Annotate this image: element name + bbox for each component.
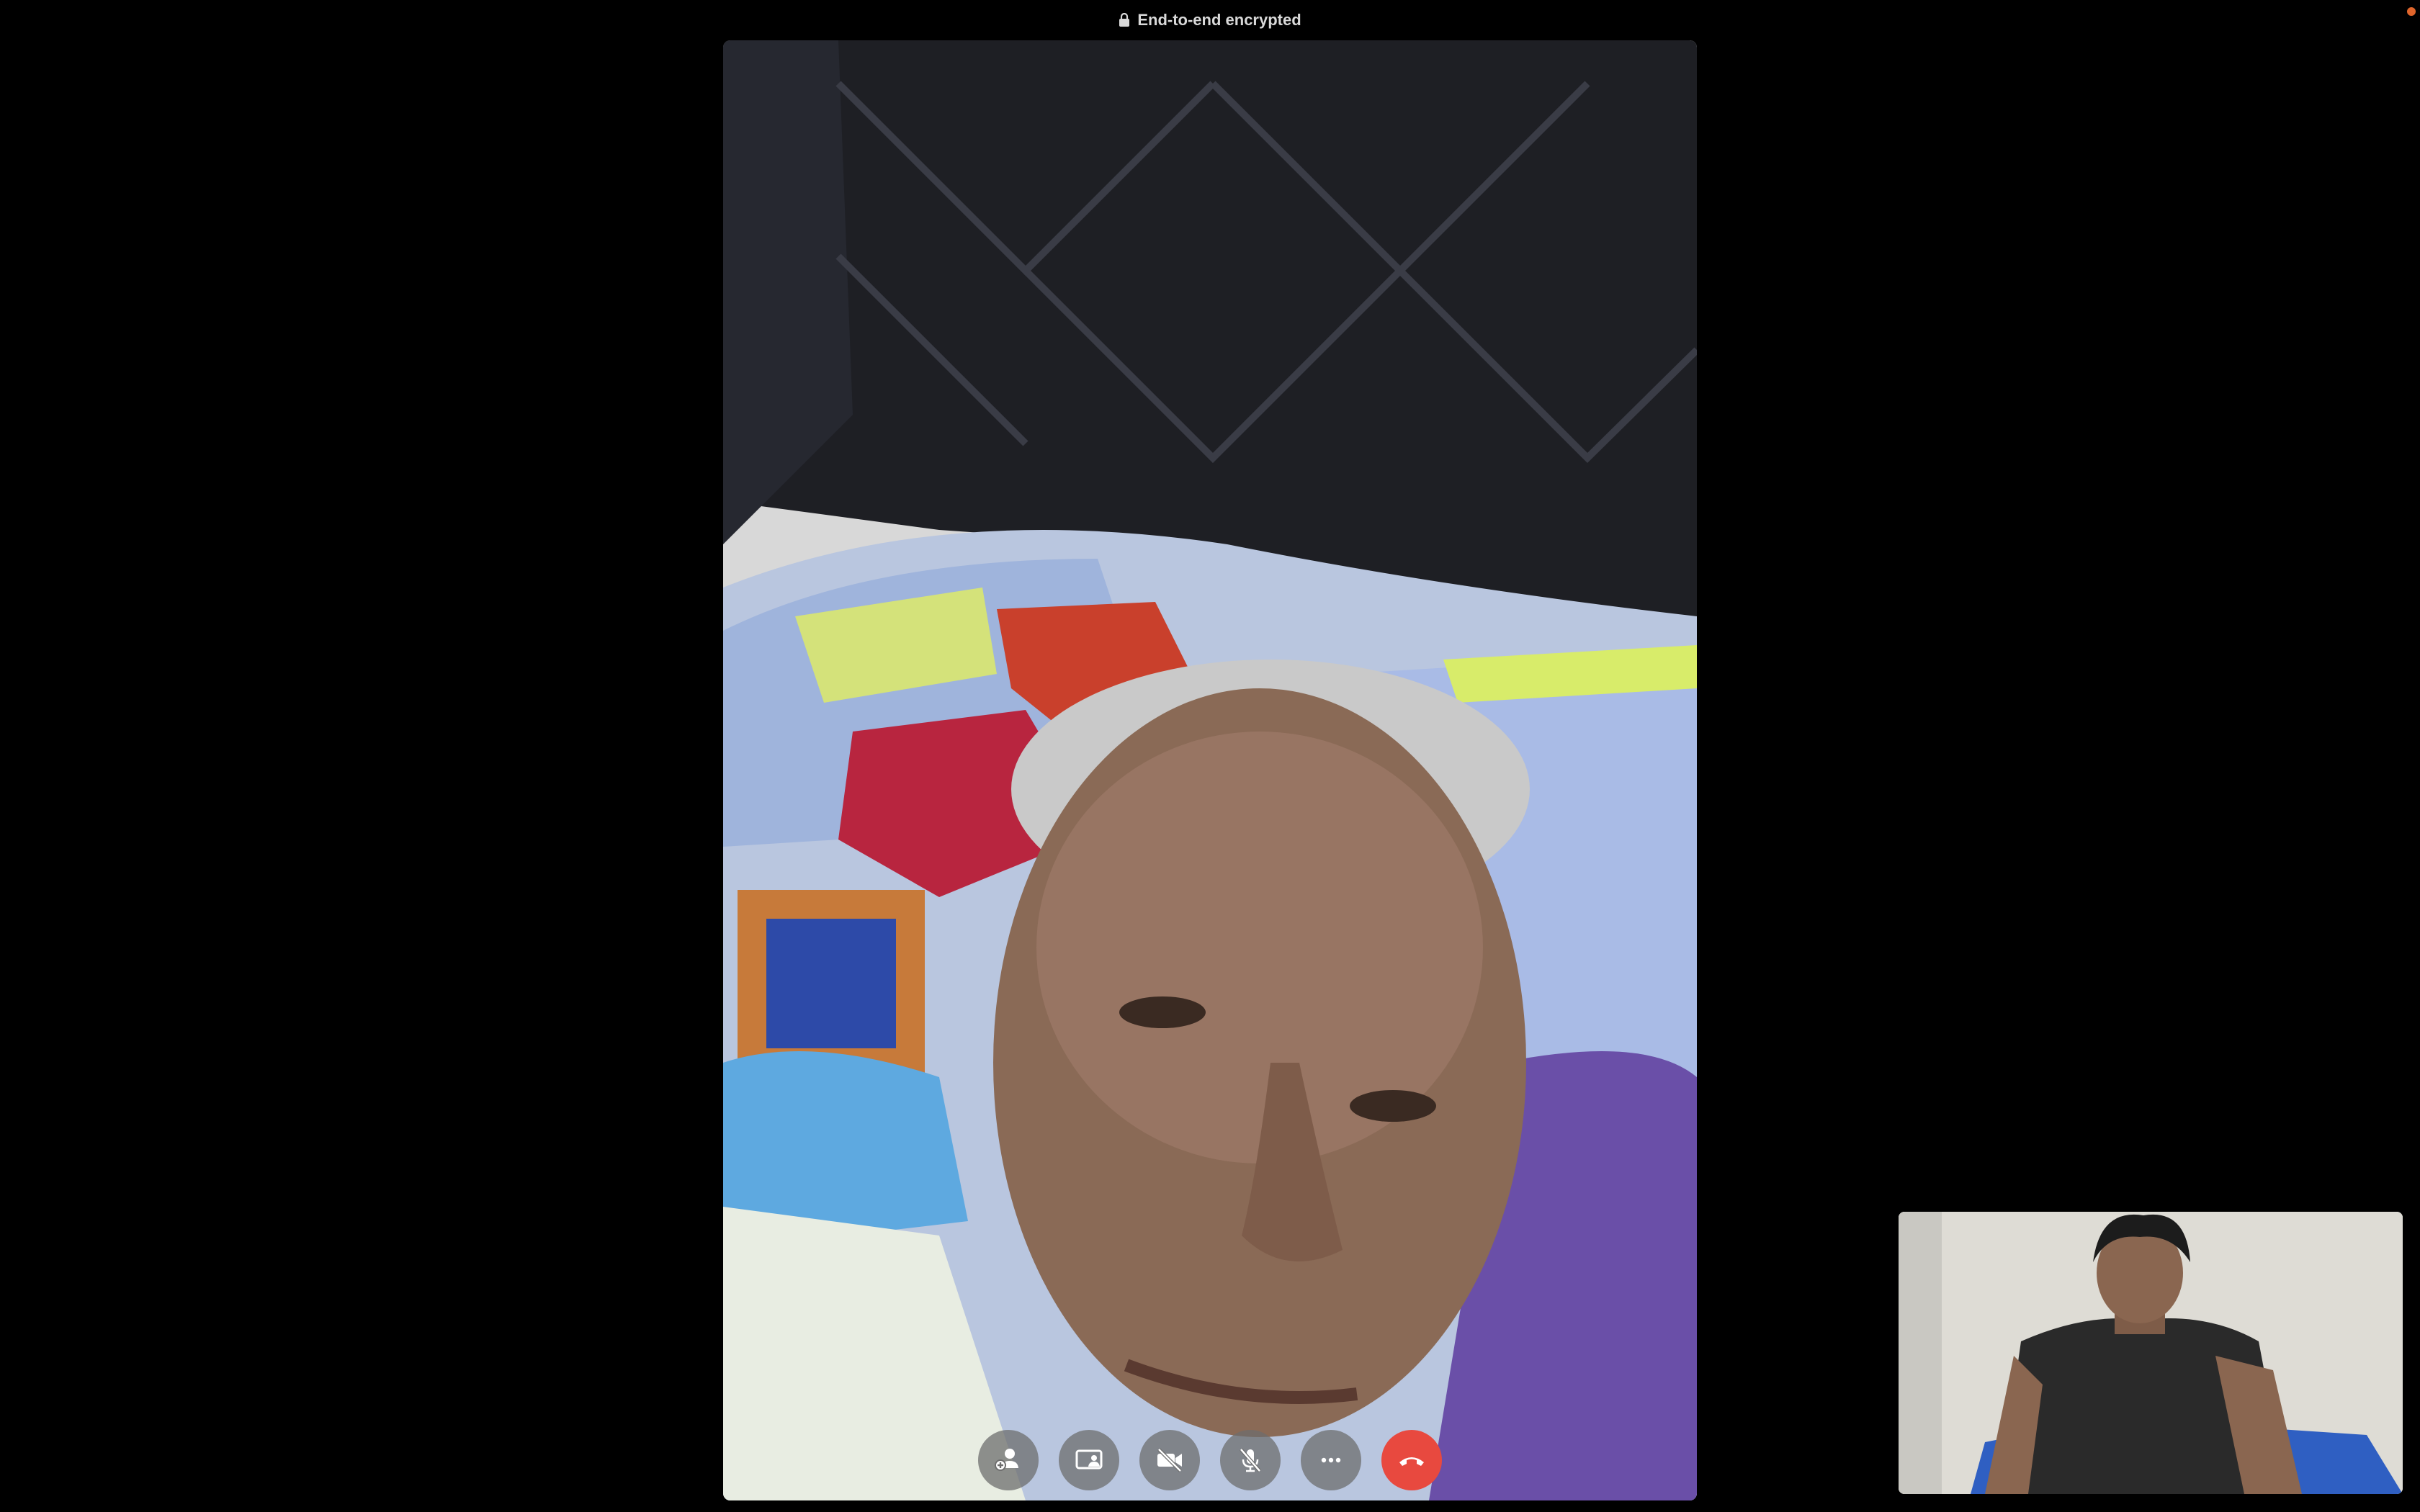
add-person-button[interactable] [978, 1430, 1039, 1490]
lock-icon [1119, 13, 1130, 27]
end-call-button[interactable] [1381, 1430, 1442, 1490]
main-video-feed[interactable] [723, 40, 1697, 1500]
phone-hangup-icon [1399, 1457, 1424, 1466]
add-person-icon [995, 1449, 1018, 1471]
self-view-image [1899, 1212, 2403, 1494]
self-view-video[interactable] [1899, 1212, 2403, 1494]
camera-off-button[interactable] [1139, 1430, 1200, 1490]
camera-off-icon [1157, 1448, 1182, 1472]
encryption-text: End-to-end encrypted [1137, 11, 1301, 29]
encryption-status: End-to-end encrypted [0, 9, 2420, 32]
call-controls [723, 1430, 1697, 1490]
ellipsis-icon [1321, 1457, 1341, 1463]
share-screen-icon [1075, 1449, 1103, 1470]
share-screen-button[interactable] [1059, 1430, 1119, 1490]
recording-indicator [2407, 7, 2416, 16]
mute-button[interactable] [1220, 1430, 1281, 1490]
remote-video-image [723, 40, 1697, 1500]
more-button[interactable] [1301, 1430, 1361, 1490]
mic-off-icon [1240, 1448, 1261, 1472]
